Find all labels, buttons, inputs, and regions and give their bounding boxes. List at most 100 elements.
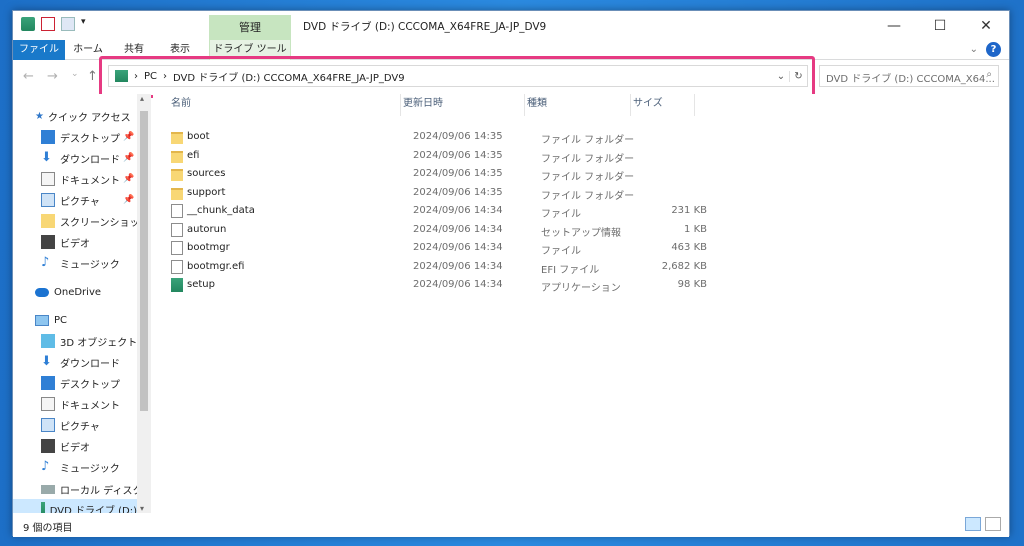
cube-icon (41, 334, 55, 348)
file-date: 2024/09/06 14:35 (413, 149, 503, 161)
recent-dropdown-icon[interactable]: ⌄ (71, 69, 79, 79)
file-type: ファイル (541, 209, 581, 220)
nav-documents[interactable]: ドキュメント (41, 169, 120, 189)
nav-onedrive[interactable]: OneDrive (35, 282, 101, 302)
manage-tab[interactable]: 管理 (209, 15, 291, 41)
close-button[interactable]: ✕ (963, 11, 1009, 40)
file-size: 98 KB (677, 279, 707, 290)
details-view-icon[interactable] (965, 517, 981, 531)
nav-label: ミュージック (60, 463, 120, 475)
search-input[interactable]: DVD ドライブ (D:) CCCOMA_X64... ⌕ (819, 65, 999, 87)
file-name: sources (187, 168, 226, 179)
nav-pc[interactable]: PC (35, 310, 67, 330)
file-name: setup (187, 279, 215, 290)
pin-icon[interactable]: 📌 (123, 174, 134, 184)
document-icon (41, 172, 55, 186)
item-count: 9 個の項目 (23, 523, 73, 534)
table-row[interactable]: sources 2024/09/06 14:35 ファイル フォルダー (167, 165, 707, 183)
nav-pc-pictures[interactable]: ピクチャ (41, 415, 100, 435)
table-row[interactable]: boot 2024/09/06 14:35 ファイル フォルダー (167, 128, 707, 146)
file-icon (171, 241, 183, 255)
properties-icon[interactable] (41, 17, 55, 31)
folder-icon (171, 132, 183, 144)
nav-pictures[interactable]: ピクチャ (41, 190, 100, 210)
table-row[interactable]: __chunk_data 2024/09/06 14:34 ファイル 231 KB (167, 202, 707, 220)
nav-label: 3D オブジェクト (60, 337, 138, 349)
nav-dvd-drive[interactable]: DVD ドライブ (D:) (13, 499, 137, 513)
file-date: 2024/09/06 14:34 (413, 279, 503, 290)
file-type: アプリケーション (541, 283, 621, 294)
music-icon: ♪ (41, 459, 50, 474)
file-type: セットアップ情報 (541, 227, 621, 239)
view-switcher (965, 517, 1001, 531)
tab-file[interactable]: ファイル (13, 40, 65, 60)
table-row[interactable]: setup 2024/09/06 14:34 アプリケーション 98 KB (167, 276, 707, 294)
nav-local-disk[interactable]: ローカル ディスク (C (41, 479, 151, 499)
help-icon[interactable]: ? (986, 42, 1001, 57)
large-icons-view-icon[interactable] (985, 517, 1001, 531)
file-icon (171, 259, 183, 274)
nav-desktop[interactable]: デスクトップ (41, 127, 120, 147)
minimize-button[interactable]: — (871, 11, 917, 40)
hard-disk-icon (41, 484, 55, 494)
column-header-type[interactable]: 種類 (525, 94, 631, 116)
expand-ribbon-icon[interactable]: ⌄ (970, 44, 978, 55)
file-date: 2024/09/06 14:34 (413, 260, 503, 272)
search-placeholder: DVD ドライブ (D:) CCCOMA_X64... (826, 74, 995, 85)
file-icon (171, 222, 183, 237)
table-row[interactable]: efi 2024/09/06 14:35 ファイル フォルダー (167, 147, 707, 165)
nav-label: PC (54, 314, 68, 326)
scroll-up-icon[interactable]: ▴ (140, 94, 144, 103)
ribbon-controls: ⌄ ? (970, 42, 1001, 57)
pin-icon[interactable]: 📌 (123, 153, 134, 163)
nav-label: クイック アクセス (47, 112, 131, 124)
pin-icon[interactable]: 📌 (123, 195, 134, 205)
new-folder-icon[interactable] (61, 17, 75, 31)
file-type: ファイル フォルダー (541, 190, 635, 202)
file-size: 1 KB (684, 223, 707, 235)
nav-label: OneDrive (54, 286, 102, 298)
table-row[interactable]: autorun 2024/09/06 14:34 セットアップ情報 1 KB (167, 221, 707, 239)
column-header-size[interactable]: サイズ (631, 94, 695, 116)
setup-app-icon (171, 278, 183, 292)
column-header-name[interactable]: 名前 (153, 94, 401, 116)
folder-icon (171, 150, 183, 163)
file-size: 463 KB (671, 242, 707, 253)
forward-arrow-icon[interactable]: → (47, 69, 58, 84)
nav-label: ドキュメント (60, 175, 120, 187)
nav-quick-access[interactable]: ★ クイック アクセス (35, 106, 131, 126)
customize-qat-icon[interactable]: ▾ (81, 17, 89, 31)
nav-label: ミュージック (60, 259, 120, 271)
nav-label: ビデオ (60, 442, 90, 454)
column-header-date[interactable]: 更新日時 (401, 94, 525, 116)
nav-videos[interactable]: ビデオ (41, 232, 90, 252)
nav-pc-downloads[interactable]: ⬇ ダウンロード (41, 352, 120, 372)
file-date: 2024/09/06 14:35 (413, 186, 503, 198)
scroll-down-icon[interactable]: ▾ (140, 504, 144, 513)
pin-icon[interactable]: 📌 (123, 132, 134, 142)
nav-label: ドキュメント (60, 400, 120, 412)
window-title: DVD ドライブ (D:) CCCOMA_X64FRE_JA-JP_DV9 (303, 21, 547, 33)
maximize-button[interactable]: ☐ (917, 11, 963, 40)
nav-music[interactable]: ♪ ミュージック (41, 253, 120, 273)
back-arrow-icon[interactable]: ← (23, 69, 34, 84)
nav-pc-documents[interactable]: ドキュメント (41, 394, 120, 414)
nav-downloads[interactable]: ⬇ ダウンロード (41, 148, 120, 168)
nav-pc-music[interactable]: ♪ ミュージック (41, 457, 120, 477)
nav-pc-videos[interactable]: ビデオ (41, 436, 90, 456)
up-arrow-icon[interactable]: ↑ (87, 69, 98, 84)
file-date: 2024/09/06 14:34 (413, 205, 503, 216)
nav-pc-desktop[interactable]: デスクトップ (41, 373, 120, 393)
file-type: ファイル (541, 246, 581, 257)
file-type: ファイル フォルダー (541, 172, 635, 183)
nav-scroll-thumb[interactable] (140, 111, 148, 411)
download-icon: ⬇ (41, 354, 52, 369)
table-row[interactable]: support 2024/09/06 14:35 ファイル フォルダー (167, 184, 707, 202)
nav-screenshots[interactable]: スクリーンショット (41, 211, 150, 231)
file-date: 2024/09/06 14:35 (413, 168, 503, 179)
nav-3d-objects[interactable]: 3D オブジェクト (41, 331, 137, 351)
nav-label: ダウンロード (60, 154, 120, 166)
quick-access-toolbar: ▾ (21, 17, 89, 31)
table-row[interactable]: bootmgr 2024/09/06 14:34 ファイル 463 KB (167, 239, 707, 257)
table-row[interactable]: bootmgr.efi 2024/09/06 14:34 EFI ファイル 2,682… (167, 258, 707, 276)
